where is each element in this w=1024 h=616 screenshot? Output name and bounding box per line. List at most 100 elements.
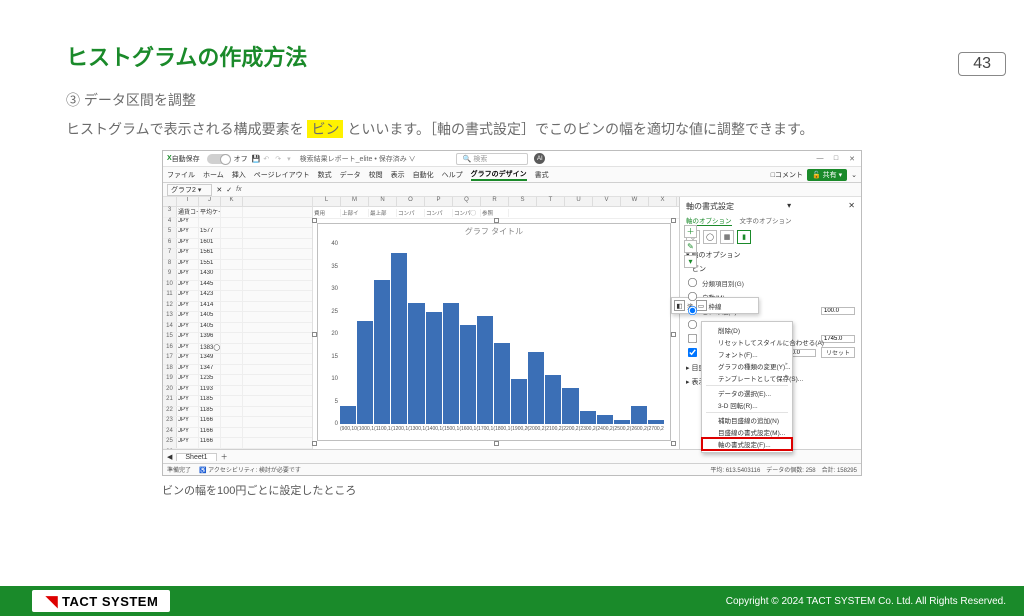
pane-dropdown-icon[interactable]: ▾ (787, 201, 791, 212)
col-header[interactable]: M (341, 197, 369, 206)
col-header[interactable]: T (537, 197, 565, 206)
status-accessibility[interactable]: ♿ アクセシビリティ: 検討が必要です (199, 465, 301, 474)
tab-formulas[interactable]: 数式 (318, 170, 332, 180)
table-row[interactable]: 25JPY1166 (163, 438, 312, 449)
context-menu-item[interactable]: 軸の書式設定(F)... (702, 438, 792, 450)
table-row[interactable]: 12JPY1414 (163, 302, 312, 313)
tab-view[interactable]: 表示 (391, 170, 405, 180)
table-row[interactable]: 23JPY1166 (163, 417, 312, 428)
histogram-bar[interactable] (460, 325, 476, 424)
histogram-chart[interactable]: グラフ タイトル 0510152025303540 (900,1000](100… (317, 223, 671, 441)
spreadsheet-grid[interactable]: I J K 3通貨コー平均ケー4JPY5JPY15776JPY16017JPY1… (163, 197, 313, 449)
bin-width-input[interactable] (821, 307, 855, 315)
histogram-bar[interactable] (545, 375, 561, 425)
table-row[interactable]: 3通貨コー平均ケー (163, 207, 312, 218)
overflow-input[interactable] (821, 335, 855, 343)
sheet-add-icon[interactable]: ＋ (221, 452, 228, 462)
filename[interactable]: 検索結果レポート_elite • 保存済み ∨ (300, 154, 416, 164)
histogram-bar[interactable] (580, 411, 596, 425)
col-header[interactable]: R (481, 197, 509, 206)
chart-plus-icon[interactable]: ＋ (684, 225, 697, 238)
table-row[interactable]: 18JPY1347 (163, 365, 312, 376)
histogram-bar[interactable] (562, 388, 578, 424)
tab-review[interactable]: 校閲 (369, 170, 383, 180)
context-menu-item[interactable]: グラフの種類の変更(Y)... (702, 360, 792, 372)
fx-confirm-icon[interactable]: ✓ (226, 186, 232, 194)
table-row[interactable]: 7JPY1561 (163, 249, 312, 260)
col-header[interactable]: O (397, 197, 425, 206)
col-header[interactable]: L (313, 197, 341, 206)
pane-close-icon[interactable]: ✕ (848, 201, 855, 212)
col-header[interactable]: J (199, 197, 221, 206)
autosave-toggle[interactable] (207, 154, 231, 164)
table-row[interactable]: 11JPY1423 (163, 291, 312, 302)
histogram-bar[interactable] (631, 406, 647, 424)
table-row[interactable]: 6JPY1601 (163, 239, 312, 250)
histogram-bar[interactable] (391, 253, 407, 424)
pane-axis-icon[interactable]: ▮ (737, 230, 751, 244)
histogram-bar[interactable] (340, 406, 356, 424)
table-row[interactable]: 21JPY1185 (163, 396, 312, 407)
col-header[interactable]: N (369, 197, 397, 206)
histogram-bar[interactable] (494, 343, 510, 424)
histogram-bar[interactable] (408, 303, 424, 425)
reset-button[interactable]: リセット (821, 347, 855, 358)
account-icon[interactable]: AI (534, 153, 545, 164)
col-header[interactable]: V (593, 197, 621, 206)
close-icon[interactable]: ✕ (847, 155, 857, 163)
context-menu-item[interactable]: 目盛線の書式設定(M)... (702, 426, 792, 438)
table-row[interactable]: 14JPY1405 (163, 323, 312, 334)
table-row[interactable]: 16JPY1383◯ (163, 344, 312, 355)
sheet-tab[interactable]: Sheet1 (176, 453, 216, 461)
fx-cancel-icon[interactable]: ✕ (216, 186, 222, 194)
fill-swatch-icon[interactable]: ◧ (674, 300, 685, 311)
histogram-bar[interactable] (511, 379, 527, 424)
tab-insert[interactable]: 挿入 (232, 170, 246, 180)
context-menu-item[interactable]: フォント(F)... (702, 348, 792, 360)
name-box[interactable]: グラフ2 ▾ (167, 184, 212, 196)
context-menu-item[interactable]: リセットしてスタイルに合わせる(A) (702, 336, 792, 348)
pane-tab-text[interactable]: 文字のオプション (740, 215, 792, 226)
radio-by-category[interactable]: 分類項目別(G) (686, 276, 855, 289)
histogram-bar[interactable] (597, 415, 613, 424)
table-row[interactable]: 26JPY1185 (163, 449, 312, 450)
mini-toolbar[interactable]: ◧ 塗 ▭ 枠線 (671, 297, 759, 314)
x-axis[interactable]: (900,1000](1000,1100](1100,1200](1200,13… (340, 426, 664, 438)
table-row[interactable]: 9JPY1430 (163, 270, 312, 281)
tab-layout[interactable]: ページレイアウト (254, 170, 310, 180)
chart-brush-icon[interactable]: ✎ (684, 240, 697, 253)
save-icon[interactable]: 💾 (252, 155, 261, 163)
histogram-bar[interactable] (443, 303, 459, 425)
comments-button[interactable]: □コメント (771, 170, 803, 180)
col-header[interactable]: Q (453, 197, 481, 206)
tab-help[interactable]: ヘルプ (442, 170, 463, 180)
maximize-icon[interactable]: □ (831, 155, 841, 163)
chart-title[interactable]: グラフ タイトル (318, 224, 670, 239)
histogram-bar[interactable] (374, 280, 390, 424)
histogram-bar[interactable] (426, 312, 442, 425)
table-row[interactable]: 22JPY1185 (163, 407, 312, 418)
table-row[interactable]: 15JPY1396 (163, 333, 312, 344)
outline-label[interactable]: 枠線 (709, 301, 722, 311)
search-input[interactable]: 🔍 検索 (456, 153, 529, 165)
col-header[interactable]: I (177, 197, 199, 206)
pane-effects-icon[interactable]: ◯ (703, 230, 717, 244)
context-menu-item[interactable]: 削除(D) (702, 324, 792, 336)
redo-icon[interactable]: ↷ (275, 155, 281, 163)
table-row[interactable]: 13JPY1405 (163, 312, 312, 323)
col-header[interactable]: S (509, 197, 537, 206)
col-header[interactable]: W (621, 197, 649, 206)
context-menu-item[interactable]: 3-D 回転(R)... (702, 399, 792, 411)
col-header[interactable]: X (649, 197, 677, 206)
tab-home[interactable]: ホーム (203, 170, 224, 180)
context-menu-item[interactable]: テンプレートとして保存(S)... (702, 372, 792, 384)
histogram-bar[interactable] (477, 316, 493, 424)
section-axis-options[interactable]: ▾ 軸のオプション (686, 250, 855, 260)
outline-swatch-icon[interactable]: ▭ (696, 300, 707, 311)
tab-automate[interactable]: 自動化 (413, 170, 434, 180)
y-axis[interactable]: 0510152025303540 (320, 244, 340, 424)
table-row[interactable]: 4JPY (163, 218, 312, 229)
col-header[interactable]: P (425, 197, 453, 206)
undo-icon[interactable]: ↶ (263, 155, 269, 163)
fx-icon[interactable]: fx (236, 186, 241, 193)
